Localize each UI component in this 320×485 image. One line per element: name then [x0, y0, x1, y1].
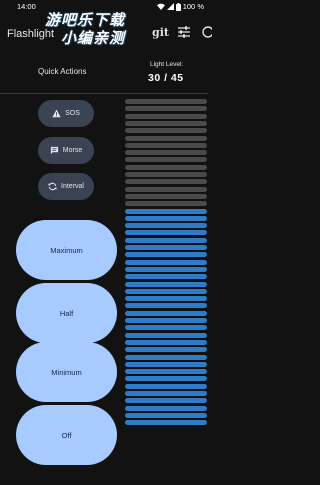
level-bar-active[interactable]	[125, 252, 207, 258]
level-bar-active[interactable]	[125, 245, 207, 250]
level-bar-active[interactable]	[125, 391, 207, 396]
git-button[interactable]: git	[152, 26, 169, 39]
level-bar-active[interactable]	[125, 303, 207, 309]
level-bar-active[interactable]	[125, 383, 207, 389]
banner-line-1: 游吧乐下载	[44, 12, 125, 29]
level-bar-inactive[interactable]	[125, 128, 207, 134]
warning-icon	[52, 109, 61, 118]
level-bar-active[interactable]	[125, 223, 207, 229]
sos-label: SOS	[65, 110, 80, 117]
status-icons: 100 %	[156, 2, 204, 11]
level-bar-inactive[interactable]	[125, 106, 207, 112]
tune-icon[interactable]	[177, 25, 191, 39]
morse-button[interactable]: Morse	[38, 137, 94, 164]
signal-icon	[166, 3, 174, 10]
level-bar-active[interactable]	[125, 274, 207, 280]
level-bar-active[interactable]	[125, 354, 207, 360]
maximum-button[interactable]: Maximum	[16, 220, 117, 280]
battery-icon	[175, 2, 181, 11]
level-bar-active[interactable]	[125, 412, 207, 418]
level-bar-inactive[interactable]	[125, 135, 207, 141]
light-level-bars[interactable]	[125, 94, 208, 485]
level-bar-active[interactable]	[125, 281, 207, 287]
level-bar-active[interactable]	[125, 259, 207, 265]
light-level-label: Light Level:	[150, 61, 184, 68]
level-bar-inactive[interactable]	[125, 120, 207, 126]
half-button[interactable]: Half	[16, 283, 117, 343]
off-label: Off	[61, 430, 72, 440]
level-bar-active[interactable]	[125, 230, 207, 236]
level-bar-active[interactable]	[125, 288, 207, 294]
morse-label: Morse	[62, 147, 83, 154]
level-bar-active[interactable]	[125, 369, 207, 375]
level-bar-active[interactable]	[125, 339, 207, 345]
chat-icon	[50, 146, 58, 155]
half-label: Half	[59, 308, 74, 318]
more-icon[interactable]	[202, 25, 212, 39]
wifi-icon	[156, 3, 165, 10]
interval-button[interactable]: Interval	[38, 173, 94, 200]
level-bar-active[interactable]	[125, 310, 207, 316]
controls-panel: SOS Morse Interval Maximum Half Minimum …	[0, 94, 122, 485]
level-bar-inactive[interactable]	[125, 201, 207, 207]
banner-line-2: 小编亲测	[60, 30, 125, 47]
level-bar-active[interactable]	[125, 296, 207, 302]
battery-percent: 100 %	[182, 2, 204, 11]
sync-icon	[48, 182, 57, 191]
level-bar-active[interactable]	[125, 405, 207, 411]
level-bar-active[interactable]	[125, 361, 207, 367]
quick-actions-title: Quick Actions	[38, 67, 87, 76]
minimum-label: Minimum	[51, 367, 82, 377]
level-bar-inactive[interactable]	[125, 179, 207, 185]
level-bar-active[interactable]	[125, 208, 207, 214]
level-bar-active[interactable]	[125, 215, 207, 221]
level-bar-inactive[interactable]	[125, 142, 207, 148]
level-bar-inactive[interactable]	[125, 99, 207, 104]
minimum-button[interactable]: Minimum	[16, 342, 117, 402]
level-bar-inactive[interactable]	[125, 186, 207, 192]
level-bar-inactive[interactable]	[125, 150, 207, 156]
sos-button[interactable]: SOS	[38, 100, 94, 127]
level-bar-active[interactable]	[125, 325, 207, 331]
level-bar-active[interactable]	[125, 332, 207, 338]
light-level-value: 30 / 45	[148, 72, 184, 84]
level-bar-active[interactable]	[125, 376, 207, 382]
level-bar-inactive[interactable]	[125, 193, 207, 199]
off-button[interactable]: Off	[16, 405, 117, 465]
maximum-label: Maximum	[50, 245, 83, 255]
level-bar-inactive[interactable]	[125, 172, 207, 177]
level-bar-active[interactable]	[125, 266, 207, 272]
level-bar-active[interactable]	[125, 237, 207, 243]
level-bar-active[interactable]	[125, 420, 207, 426]
level-bar-active[interactable]	[125, 398, 207, 404]
interval-label: Interval	[61, 183, 84, 190]
level-bar-inactive[interactable]	[125, 157, 207, 163]
level-bar-active[interactable]	[125, 347, 207, 353]
status-time: 14:00	[17, 2, 36, 11]
level-bar-inactive[interactable]	[125, 113, 207, 119]
level-bar-inactive[interactable]	[125, 164, 207, 170]
level-bar-active[interactable]	[125, 318, 207, 323]
watermark-banner: 游吧乐下载 小编亲测	[24, 12, 146, 52]
